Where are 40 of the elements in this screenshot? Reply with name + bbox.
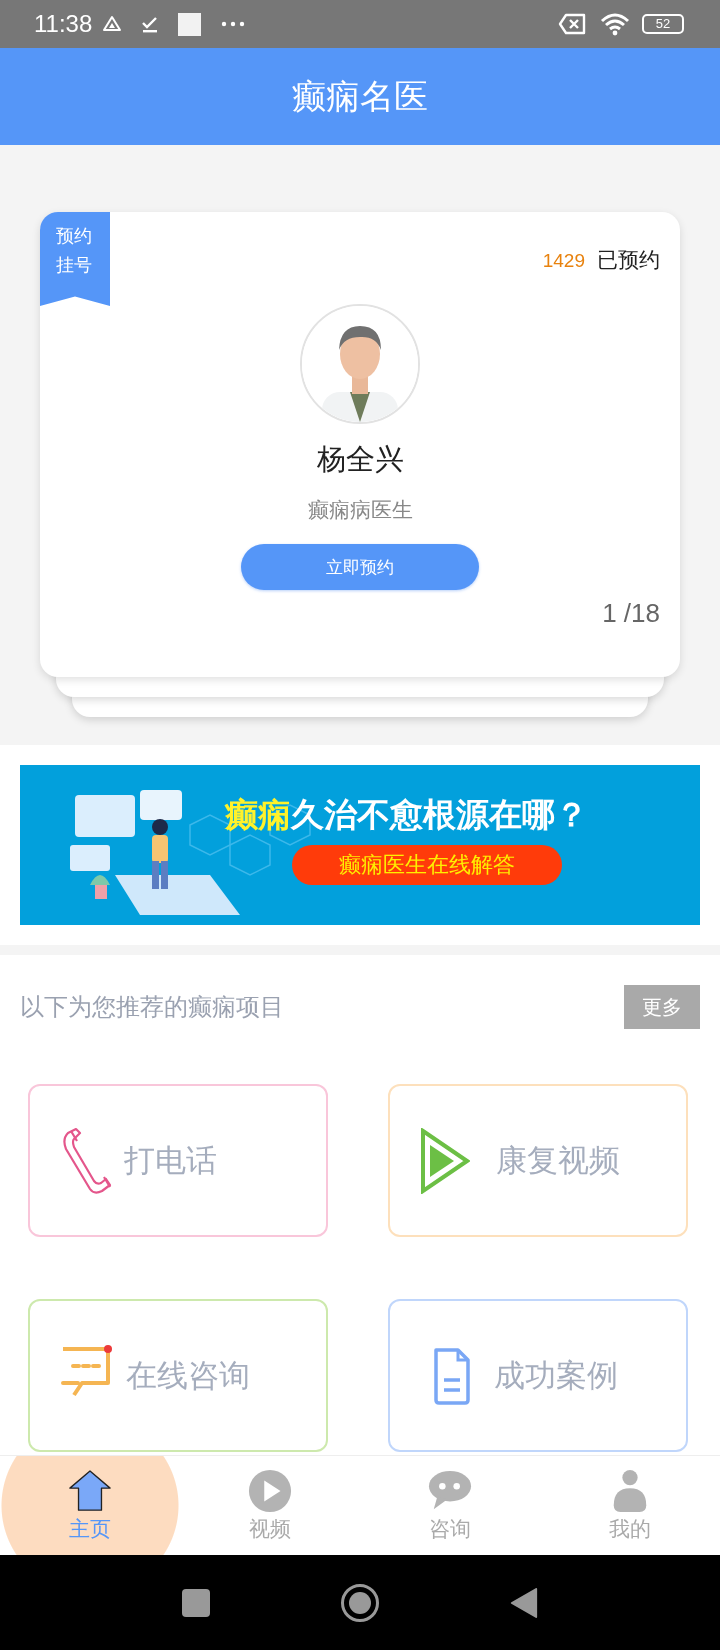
banner-headline: 久治不愈根源在哪？ (291, 795, 588, 834)
banner-subtitle-pill: 癫痫医生在线解答 (292, 845, 562, 885)
phone-icon (60, 1126, 112, 1195)
section-title: 以下为您推荐的癫痫项目 (20, 992, 284, 1023)
document-icon (432, 1345, 472, 1406)
more-icon (221, 21, 246, 27)
booked-count: 1429 (542, 250, 585, 272)
nav-tab[interactable]: 主页 (0, 1456, 180, 1555)
tile-label: 打电话 (124, 1140, 217, 1180)
tile-label: 在线咨询 (126, 1355, 250, 1395)
nav-tab[interactable]: 我的 (540, 1456, 720, 1555)
home-button[interactable] (340, 1582, 380, 1623)
battery-indicator: 52 (642, 14, 684, 34)
feature-tile[interactable]: 成功案例 (388, 1299, 688, 1452)
promo-banner[interactable]: 癫痫久治不愈根源在哪？ 癫痫医生在线解答 (20, 765, 700, 925)
feature-tile[interactable]: 在线咨询 (28, 1299, 328, 1452)
booked-label: 已预约 (597, 247, 660, 274)
play-icon (248, 1468, 292, 1513)
page-counter: 1 /18 (602, 598, 660, 628)
play-icon (420, 1127, 470, 1194)
doctor-name: 杨全兴 (316, 441, 404, 478)
nav-tab[interactable]: 咨询 (360, 1456, 540, 1555)
back-button[interactable] (510, 1587, 538, 1618)
more-button[interactable]: 更多 (624, 985, 700, 1029)
feature-tile[interactable]: 康复视频 (388, 1084, 688, 1237)
square-icon (178, 12, 202, 36)
nav-tab[interactable]: 视频 (180, 1456, 360, 1555)
page-title: 癫痫名医 (292, 74, 428, 118)
tile-label: 成功案例 (494, 1355, 618, 1395)
tile-label: 康复视频 (496, 1140, 620, 1180)
feature-tile[interactable]: 打电话 (28, 1084, 328, 1237)
book-now-button[interactable]: 立即预约 (241, 544, 479, 590)
appointment-ribbon: 预约挂号 (40, 212, 110, 306)
recents-button[interactable] (182, 1587, 210, 1618)
wifi-icon (600, 12, 630, 36)
triangle-icon (102, 14, 123, 34)
no-sim-icon (558, 13, 586, 35)
doctor-specialty: 癫痫病医生 (307, 497, 413, 524)
headline-highlight: 癫痫 (225, 795, 291, 834)
clock-time: 11:38 (34, 10, 93, 38)
